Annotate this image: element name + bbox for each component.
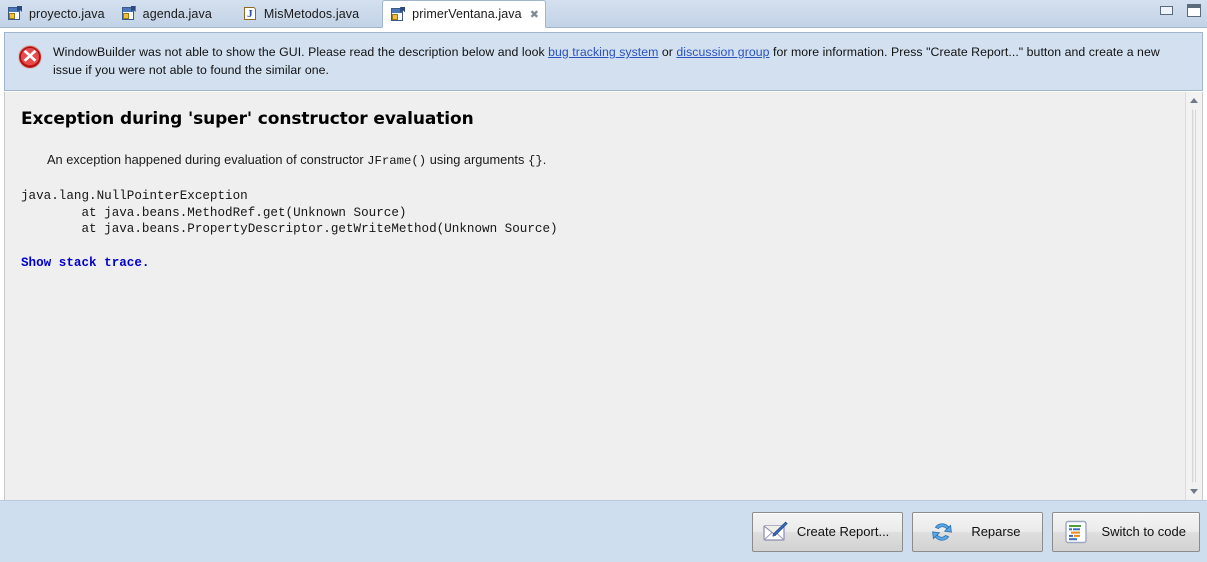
reparse-button[interactable]: Reparse <box>912 511 1044 552</box>
java-class-icon <box>391 6 406 22</box>
description-text-pre: An exception happened during evaluation … <box>47 152 368 167</box>
create-report-button[interactable]: Create Report... <box>751 511 904 552</box>
close-icon[interactable]: ✖ <box>530 9 539 20</box>
maximize-icon[interactable] <box>1187 4 1201 17</box>
description-text-post: . <box>542 152 547 167</box>
refresh-icon <box>932 522 953 541</box>
editor-tab-label: MisMetodos.java <box>263 6 360 21</box>
action-button-bar: Create Report... Reparse Switch to code <box>0 500 1207 562</box>
editor-tab-bar: proyecto.java agenda.java J MisMetodos.j… <box>0 0 1207 28</box>
constructor-code: JFrame() <box>367 154 427 168</box>
editor-tab-proyecto[interactable]: proyecto.java <box>0 0 114 27</box>
java-file-icon: J <box>243 6 258 21</box>
scroll-up-arrow[interactable] <box>1186 92 1202 109</box>
create-report-button-label: Create Report... <box>796 524 890 539</box>
editor-tab-primerventana[interactable]: primerVentana.java ✖ <box>382 0 546 28</box>
switch-to-code-button-label: Switch to code <box>1101 524 1186 539</box>
minimize-icon[interactable] <box>1160 6 1173 15</box>
discussion-group-link[interactable]: discussion group <box>676 45 769 59</box>
editor-tab-label: proyecto.java <box>29 6 105 21</box>
windowbuilder-error-view: proyecto.java agenda.java J MisMetodos.j… <box>0 0 1207 562</box>
editor-tab-label: agenda.java <box>142 6 212 21</box>
scrollbar-track[interactable] <box>1192 110 1196 482</box>
error-icon <box>18 45 42 69</box>
java-class-icon <box>121 6 137 21</box>
vertical-scrollbar[interactable] <box>1185 92 1202 500</box>
editor-tab-mismetodos[interactable]: J MisMetodos.java <box>235 0 368 27</box>
banner-text-part-1: WindowBuilder was not able to show the G… <box>53 45 549 59</box>
java-class-icon <box>8 6 23 21</box>
error-banner-message: WindowBuilder was not able to show the G… <box>53 43 1188 79</box>
bug-tracking-system-link[interactable]: bug tracking system <box>548 45 658 59</box>
editor-tab-label: primerVentana.java <box>412 7 522 21</box>
stack-trace-text: java.lang.NullPointerException at java.b… <box>21 189 558 236</box>
page-title: Exception during 'super' constructor eva… <box>21 109 474 129</box>
source-code-icon <box>1065 520 1088 543</box>
exception-content-inner: Exception during 'super' constructor eva… <box>5 92 1185 500</box>
reparse-button-label: Reparse <box>971 524 1021 539</box>
error-banner: WindowBuilder was not able to show the G… <box>4 32 1203 91</box>
editor-tab-agenda[interactable]: agenda.java <box>114 0 221 27</box>
switch-to-code-button[interactable]: Switch to code <box>1052 511 1200 552</box>
show-stack-trace-link[interactable]: Show stack trace. <box>21 256 149 270</box>
arguments-code: {} <box>527 154 543 168</box>
exception-content-area: Exception during 'super' constructor eva… <box>4 92 1203 500</box>
exception-description: An exception happened during evaluation … <box>47 151 1167 170</box>
banner-text-part-2: or <box>658 45 677 59</box>
description-text-mid: using arguments <box>426 152 528 167</box>
window-controls <box>1160 4 1201 17</box>
scroll-down-arrow[interactable] <box>1186 483 1202 500</box>
envelope-pen-icon <box>763 521 788 541</box>
